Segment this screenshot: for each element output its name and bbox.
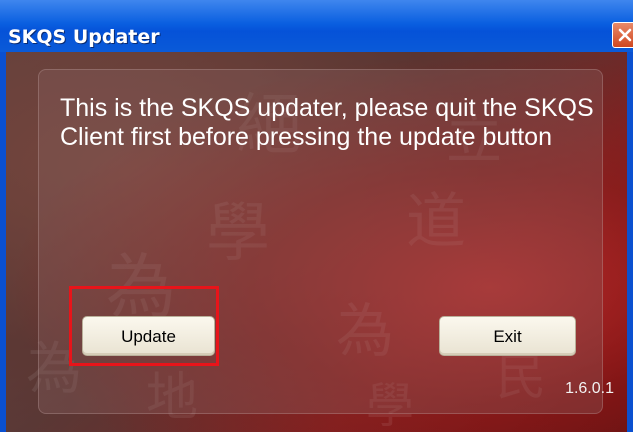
window-title: SKQS Updater [8, 26, 160, 48]
updater-body: 學 道 為 為 絕 為 立 民 地 學 This is the SKQS upd… [6, 52, 627, 432]
exit-button[interactable]: Exit [439, 316, 576, 356]
title-bar[interactable]: SKQS Updater [0, 0, 633, 52]
window-frame-right [627, 52, 633, 432]
close-icon [618, 28, 632, 42]
update-button[interactable]: Update [82, 316, 215, 356]
close-button[interactable] [612, 22, 633, 48]
version-label: 1.6.0.1 [565, 380, 614, 397]
instruction-message: This is the SKQS updater, please quit th… [60, 94, 594, 151]
updater-window: SKQS Updater 學 道 為 為 絕 為 立 民 地 學 This is… [0, 0, 633, 432]
